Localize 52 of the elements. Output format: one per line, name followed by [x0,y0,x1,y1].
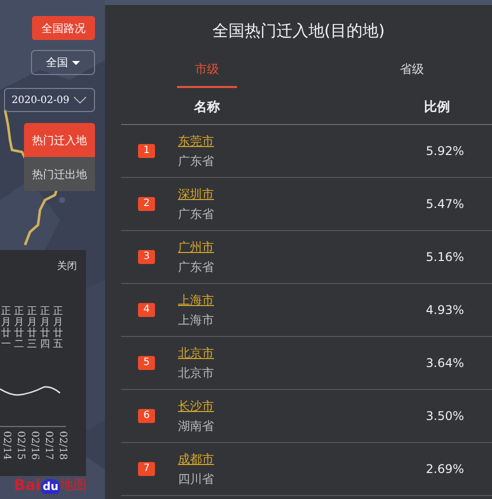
region-select[interactable]: 全国 [31,50,95,75]
lunar-date-label: 正月廿四 [40,306,50,350]
city-link[interactable]: 北京市 [178,344,214,362]
province-text: 四川省 [178,470,214,488]
lunar-date-label: 正月廿二 [14,306,24,350]
province-text: 广东省 [178,258,214,276]
rank-badge: 7 [138,462,155,476]
rank-badge: 2 [138,197,155,211]
lunar-date-label: 正月廿一 [1,306,11,350]
panel-title: 全国热门迁入地(目的地) [211,21,386,42]
province-text: 湖南省 [178,418,214,434]
rank-badge: 5 [138,356,155,370]
ratio-text: 3.50% [426,409,464,423]
date-label: 02/14 [1,431,12,460]
date-label: 02/18 [57,431,68,460]
traffic-button[interactable]: 全国路况 [32,16,95,40]
ratio-text: 2.69% [426,462,464,476]
city-link[interactable]: 东莞市 [178,132,214,150]
rank-badge: 3 [138,250,155,264]
column-header: 比例 [424,99,450,116]
mode-button[interactable]: 热门迁入地 [24,123,95,157]
ratio-text: 5.16% [426,250,464,264]
chevron-down-icon [73,96,88,104]
lunar-date-label: 正月廿五 [53,306,63,350]
city-link[interactable]: 深圳市 [178,186,214,202]
mode-button[interactable]: 热门迁出地 [24,157,95,191]
province-text: 广东省 [178,152,214,170]
city-link[interactable]: 长沙市 [178,398,214,414]
province-text: 上海市 [178,312,214,328]
lunar-date-label: 正月廿三 [27,306,37,350]
logo-text: 地图 [60,477,86,494]
date-label: 02/17 [43,431,54,460]
column-header: 名称 [194,99,220,116]
date-label: 02/16 [29,431,40,460]
city-link[interactable]: 广州市 [178,238,214,256]
date-select[interactable]: 2020-02-09 [4,88,95,112]
city-link[interactable]: 上海市 [178,292,214,308]
rank-badge: 4 [138,303,155,317]
logo-text: Bai [14,476,41,494]
date-label: 02/15 [15,431,26,460]
rank-badge: 1 [138,144,155,158]
province-text: 北京市 [178,364,214,382]
province-text: 广东省 [178,206,214,222]
tab[interactable]: 省级 [332,57,492,88]
ratio-text: 5.92% [426,144,464,158]
close-link[interactable]: 关闭 [57,259,77,273]
ratio-text: 5.47% [426,197,464,211]
ratio-text: 3.64% [426,356,464,370]
ratio-text: 4.93% [426,303,464,317]
tab[interactable]: 市级 [177,57,237,88]
rank-badge: 6 [138,409,155,423]
city-link[interactable]: 成都市 [178,450,214,468]
